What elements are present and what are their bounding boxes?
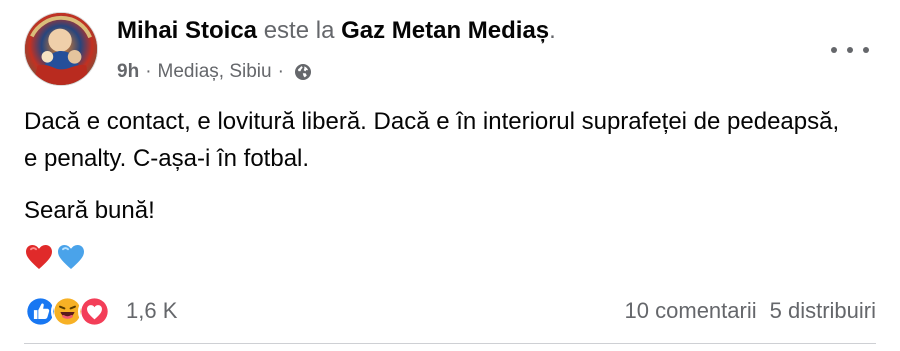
author-name[interactable]: Mihai Stoica [117,17,257,44]
shares-count-link[interactable]: 5 distribuiri [770,298,876,324]
post-greeting: Seară bună! [24,197,155,224]
post-time[interactable]: 9h [117,60,139,84]
profile-avatar[interactable] [24,12,98,86]
love-icon [78,294,111,328]
more-dot-icon [847,47,853,53]
meta-separator: · [277,61,284,82]
blue-heart-icon [56,242,86,272]
post-paragraph: Dacă e contact, e lovitură liberă. Dacă … [24,108,840,172]
engagement-links: 10 comentarii 5 distribuiri [625,298,876,324]
post-author-line: Mihai Stoica este la Gaz Metan Mediaș. [117,16,556,46]
more-options-button[interactable] [831,38,869,62]
reaction-count[interactable]: 1,6 K [126,299,177,323]
more-dot-icon [831,47,837,53]
author-line-punctuation: . [549,17,556,44]
post-stats: 1,6 K 10 comentarii 5 distribuiri [24,292,876,330]
comments-count-link[interactable]: 10 comentarii [625,298,757,324]
post-location[interactable]: Mediaș, Sibiu [158,60,272,84]
post-emoji-row [24,241,90,273]
globe-icon[interactable] [294,63,312,81]
more-dot-icon [863,47,869,53]
post-meta: 9h · Mediaș, Sibiu · [117,60,312,84]
reactions-summary[interactable]: 1,6 K [24,294,177,328]
meta-separator: · [145,61,152,82]
red-heart-icon [24,242,54,272]
checked-in-page[interactable]: Gaz Metan Mediaș [341,17,549,44]
activity-text: este la [263,17,335,44]
post-body: Dacă e contact, e lovitură liberă. Dacă … [24,103,854,229]
facebook-post: Mihai Stoica este la Gaz Metan Mediaș. 9… [0,0,900,351]
post-header: Mihai Stoica este la Gaz Metan Mediaș. 9… [24,12,876,88]
post-divider [24,343,876,344]
